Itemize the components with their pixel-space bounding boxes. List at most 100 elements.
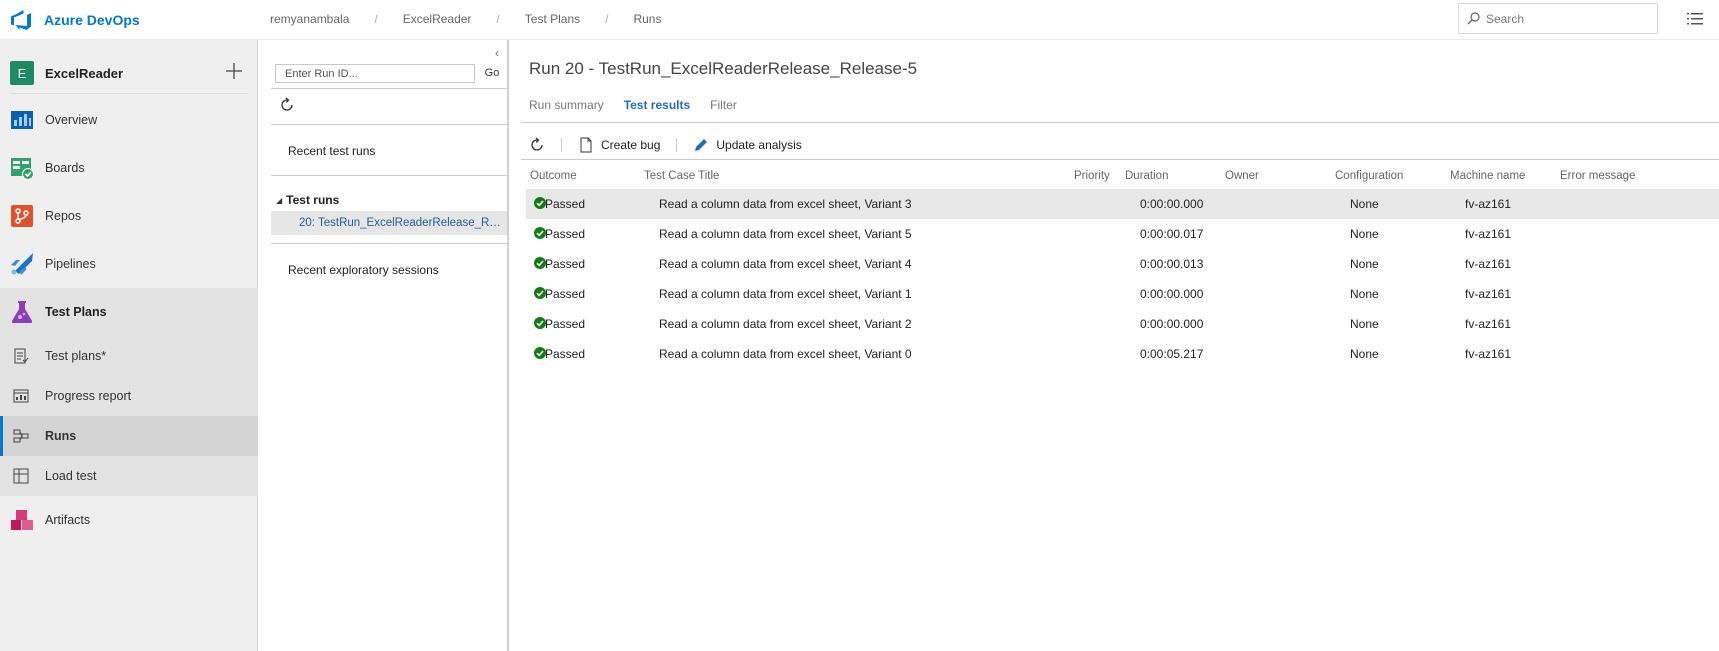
column-header-priority[interactable]: Priority [1074,170,1110,182]
column-header-duration[interactable]: Duration [1125,170,1168,182]
cell-outcome: Passed [545,227,586,241]
add-icon[interactable] [224,61,244,81]
main-content: Run 20 - TestRun_ExcelReaderRelease_Rele… [511,40,1719,651]
brand-name: Azure DevOps [44,12,140,28]
azure-devops-logo-icon [11,10,31,30]
table-row[interactable]: Passed Read a column data from excel shee… [526,249,1719,279]
update-analysis-label: Update analysis [716,138,802,152]
toolbar-divider-line [521,159,1719,160]
create-bug-button[interactable]: Create bug [578,137,660,153]
search-input[interactable] [1486,11,1646,26]
cell-configuration: None [1350,197,1379,211]
nav-label-repos: Repos [45,209,82,223]
cell-outcome: Passed [545,347,586,361]
search-box[interactable] [1458,3,1658,34]
nav-repos[interactable]: Repos [0,192,258,240]
cell-title: Read a column data from excel sheet, Var… [659,197,912,211]
nav-test-plans-sub[interactable]: Test plans* [0,336,258,376]
collapse-panel-chevron-icon[interactable]: ‹ [495,46,499,60]
column-header-configuration[interactable]: Configuration [1335,170,1403,182]
test-runs-tree-header[interactable]: ◢ Test runs [276,193,339,207]
nav-load-test[interactable]: Load test [0,456,258,496]
tab-filter[interactable]: Filter [710,98,737,112]
column-header-error-message[interactable]: Error message [1560,170,1635,182]
nav-label-runs: Runs [45,429,77,443]
nav-test-plans[interactable]: Test Plans [0,288,258,336]
cell-title: Read a column data from excel sheet, Var… [659,227,912,241]
cell-machine-name: fv-az161 [1465,287,1512,301]
toolbar-divider [561,138,562,152]
pencil-icon [695,139,708,151]
nav-divider [10,93,248,94]
test-runs-panel: ‹ Go Recent test runs ◢ Test runs 20: Te… [259,40,509,651]
nav-label-artifacts: Artifacts [45,513,91,527]
pipelines-icon [11,253,33,275]
test-plan-list-icon [14,348,29,364]
refresh-icon[interactable] [279,97,295,113]
refresh-icon[interactable] [529,137,545,153]
go-button[interactable]: Go [477,64,507,83]
run-id-input[interactable] [275,64,475,83]
column-header-title[interactable]: Test Case Title [644,170,719,182]
project-header[interactable]: E ExcelReader [0,50,258,94]
document-icon [580,137,592,153]
test-runs-tree-label: Test runs [286,193,340,207]
panel-divider [271,243,507,244]
update-analysis-button[interactable]: Update analysis [693,137,802,153]
table-row[interactable]: Passed Read a column data from excel shee… [526,189,1719,219]
table-row[interactable]: Passed Read a column data from excel shee… [526,219,1719,249]
cell-machine-name: fv-az161 [1465,257,1512,271]
table-row[interactable]: Passed Read a column data from excel shee… [526,309,1719,339]
toolbar-divider [676,138,678,152]
cell-configuration: None [1350,227,1379,241]
panel-divider [271,175,507,176]
tab-test-results[interactable]: Test results [624,98,690,112]
cell-duration: 0:00:00.000 [1140,317,1204,331]
nav-label-boards: Boards [45,161,85,175]
breadcrumb: remyanambala / ExcelReader / Test Plans … [270,12,661,26]
nav-progress-report[interactable]: Progress report [0,376,258,416]
overview-icon [11,111,33,129]
cell-configuration: None [1350,287,1379,301]
repos-icon [11,205,33,227]
brand[interactable]: Azure DevOps [10,9,140,31]
table-row[interactable]: Passed Read a column data from excel shee… [526,279,1719,309]
breadcrumb-project[interactable]: ExcelReader [403,12,472,26]
nav-label-load-test: Load test [45,469,97,483]
left-nav: E ExcelReader Overview Boards Repos Pipe… [0,40,258,651]
boards-icon [11,158,34,180]
cell-configuration: None [1350,317,1379,331]
test-run-item[interactable]: 20: TestRun_ExcelReaderRelease_Rel... [271,211,507,235]
column-header-owner[interactable]: Owner [1225,170,1259,182]
cell-machine-name: fv-az161 [1465,347,1512,361]
cell-machine-name: fv-az161 [1465,197,1512,211]
nav-pipelines[interactable]: Pipelines [0,240,258,288]
cell-machine-name: fv-az161 [1465,227,1512,241]
create-bug-label: Create bug [601,138,661,152]
cell-duration: 0:00:05.217 [1140,347,1204,361]
column-header-outcome[interactable]: Outcome [530,170,577,182]
breadcrumb-test-plans[interactable]: Test Plans [525,12,580,26]
project-avatar: E [10,61,34,85]
results-grid-header: Outcome Test Case Title Priority Duratio… [521,163,1719,189]
recent-test-runs-link[interactable]: Recent test runs [288,144,375,158]
nav-artifacts[interactable]: Artifacts [0,496,258,544]
column-header-machine-name[interactable]: Machine name [1450,170,1525,182]
nav-label-pipelines: Pipelines [45,257,96,271]
settings-list-icon[interactable] [1686,10,1704,28]
breadcrumb-org[interactable]: remyanambala [270,12,349,26]
nav-runs[interactable]: Runs [0,416,258,456]
tab-bar: Run summary Test results Filter [529,98,757,112]
breadcrumb-runs[interactable]: Runs [633,12,661,26]
table-row[interactable]: Passed Read a column data from excel shee… [526,339,1719,369]
nav-overview[interactable]: Overview [0,96,258,144]
cell-outcome: Passed [545,317,586,331]
tab-run-summary[interactable]: Run summary [529,98,604,112]
cell-outcome: Passed [545,197,586,211]
nav-boards[interactable]: Boards [0,144,258,192]
recent-exploratory-sessions-link[interactable]: Recent exploratory sessions [288,263,439,277]
cell-title: Read a column data from excel sheet, Var… [659,257,912,271]
panel-divider [271,88,507,89]
cell-duration: 0:00:00.013 [1140,257,1204,271]
cell-duration: 0:00:00.000 [1140,287,1204,301]
